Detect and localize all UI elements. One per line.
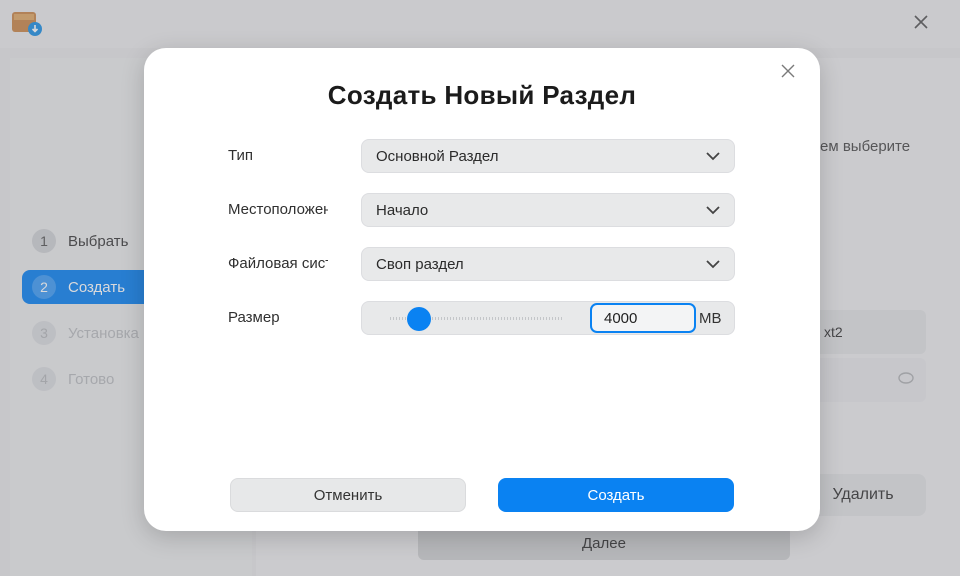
size-control: 4000 MB [361, 301, 735, 335]
chevron-down-icon [706, 149, 720, 163]
location-select[interactable]: Начало [361, 193, 735, 227]
dialog-close-icon[interactable] [778, 62, 798, 82]
type-label: Тип [228, 147, 254, 164]
size-label: Размер [228, 309, 280, 326]
chevron-down-icon [706, 203, 720, 217]
location-value: Начало [376, 201, 429, 219]
filesystem-value: Своп раздел [376, 255, 464, 273]
location-label: Местоположение [228, 201, 328, 218]
size-input[interactable]: 4000 [590, 303, 696, 333]
dialog-title: Создать Новый Раздел [327, 80, 637, 110]
type-value: Основной Раздел [376, 147, 499, 165]
cancel-button[interactable]: Отменить [230, 478, 466, 512]
filesystem-label: Файловая система [228, 255, 328, 272]
type-select[interactable]: Основной Раздел [361, 139, 735, 173]
size-unit: MB [699, 310, 722, 327]
create-partition-dialog: Создать Новый Раздел Тип Основной Раздел… [144, 48, 820, 531]
filesystem-select[interactable]: Своп раздел [361, 247, 735, 281]
size-slider-handle[interactable] [407, 307, 432, 331]
create-button[interactable]: Создать [498, 478, 734, 512]
chevron-down-icon [706, 257, 720, 271]
